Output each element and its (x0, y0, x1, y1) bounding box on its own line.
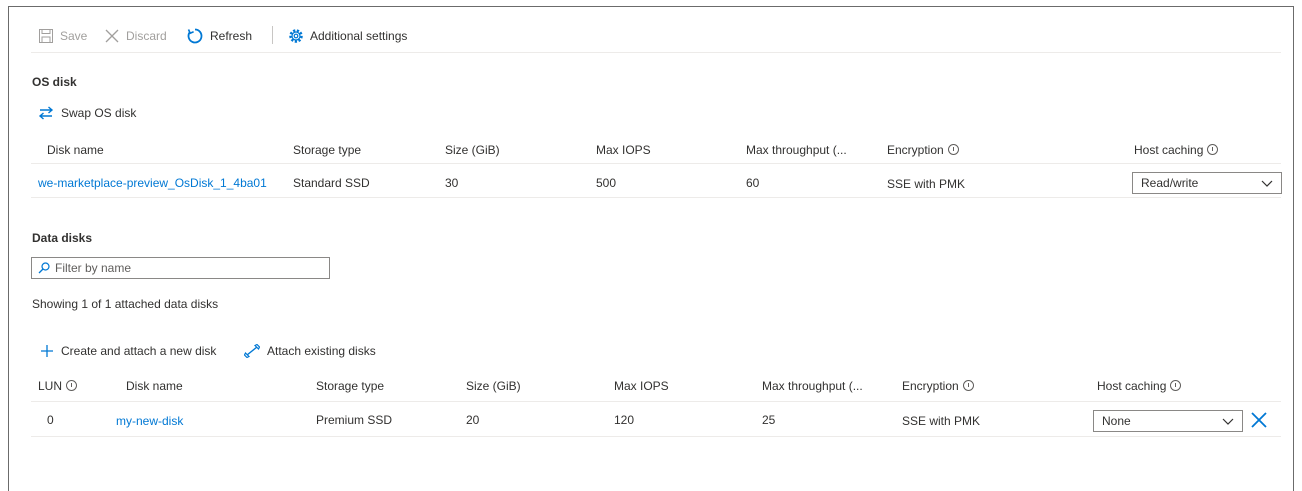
info-icon[interactable] (66, 380, 78, 392)
chevron-down-icon (1261, 180, 1273, 187)
data-disks-title: Data disks (32, 231, 93, 245)
data-col-lun: LUN (38, 379, 78, 393)
os-encryption: SSE with PMK (887, 177, 966, 191)
data-col-size: Size (GiB) (466, 379, 521, 393)
data-col-disk-name: Disk name (126, 379, 183, 393)
search-icon (38, 262, 50, 274)
additional-settings-label: Additional settings (310, 29, 408, 43)
data-storage-type: Premium SSD (316, 413, 393, 427)
info-icon[interactable] (947, 144, 959, 156)
os-size: 30 (445, 176, 459, 190)
data-max-throughput: 25 (762, 413, 776, 427)
refresh-button[interactable]: Refresh (186, 26, 252, 46)
os-max-iops: 500 (596, 176, 617, 190)
refresh-label: Refresh (210, 29, 253, 43)
os-col-encryption: Encryption (887, 143, 959, 157)
data-col-host-caching: Host caching (1097, 379, 1182, 393)
plus-icon (41, 345, 53, 357)
data-row-divider (31, 436, 1281, 437)
os-col-storage-type: Storage type (293, 143, 362, 157)
save-icon (39, 29, 53, 43)
data-disk-name-link[interactable]: my-new-disk (116, 414, 183, 428)
attach-icon (244, 344, 260, 358)
data-col-storage-type: Storage type (316, 379, 385, 393)
close-icon (105, 29, 119, 43)
attach-existing-disks-button[interactable]: Attach existing disks (244, 344, 376, 358)
data-max-iops: 120 (614, 413, 635, 427)
os-col-host-caching: Host caching (1134, 143, 1219, 157)
info-icon[interactable] (1170, 380, 1182, 392)
delete-icon[interactable] (1250, 411, 1268, 429)
data-header-divider (31, 401, 1281, 402)
data-lun: 0 (47, 413, 54, 427)
info-icon[interactable] (1207, 144, 1219, 156)
os-max-throughput: 60 (746, 176, 760, 190)
data-encryption: SSE with PMK (902, 414, 981, 428)
chevron-down-icon (1222, 418, 1234, 425)
discard-label: Discard (126, 29, 167, 43)
data-host-caching-value: None (1102, 414, 1131, 428)
toolbar-separator (272, 26, 273, 44)
os-host-caching-select[interactable]: Read/write (1132, 172, 1282, 194)
os-host-caching-value: Read/write (1141, 176, 1199, 190)
create-attach-disk-button[interactable]: Create and attach a new disk (40, 344, 216, 358)
os-col-disk-name: Disk name (47, 143, 104, 157)
refresh-icon (187, 28, 203, 44)
os-disk-title: OS disk (32, 75, 77, 89)
os-col-max-iops: Max IOPS (596, 143, 651, 157)
filter-input[interactable] (55, 261, 325, 275)
swap-icon (38, 106, 54, 120)
attach-existing-label: Attach existing disks (267, 344, 376, 358)
filter-by-name-field[interactable] (31, 257, 330, 279)
data-col-encryption: Encryption (902, 379, 974, 393)
data-col-max-iops: Max IOPS (614, 379, 669, 393)
info-icon[interactable] (962, 380, 974, 392)
data-col-max-throughput: Max throughput (... (762, 379, 863, 393)
os-col-size: Size (GiB) (445, 143, 500, 157)
os-col-max-throughput: Max throughput (... (746, 143, 847, 157)
showing-count: Showing 1 of 1 attached data disks (32, 297, 219, 311)
swap-os-disk-label: Swap OS disk (61, 106, 137, 120)
os-disk-name-link[interactable]: we-marketplace-preview_OsDisk_1_4ba01 (38, 176, 267, 190)
os-storage-type: Standard SSD (293, 176, 370, 190)
save-label: Save (60, 29, 88, 43)
os-row-divider (31, 197, 1281, 198)
os-header-divider (31, 163, 1281, 164)
toolbar-divider (31, 52, 1281, 53)
swap-os-disk-button[interactable]: Swap OS disk (38, 106, 136, 120)
data-size: 20 (466, 413, 480, 427)
additional-settings-button[interactable]: Additional settings (288, 26, 407, 46)
data-host-caching-select[interactable]: None (1093, 410, 1243, 432)
gear-icon (289, 29, 303, 43)
save-button[interactable]: Save (38, 26, 87, 46)
create-attach-label: Create and attach a new disk (61, 344, 217, 358)
discard-button[interactable]: Discard (104, 26, 167, 46)
